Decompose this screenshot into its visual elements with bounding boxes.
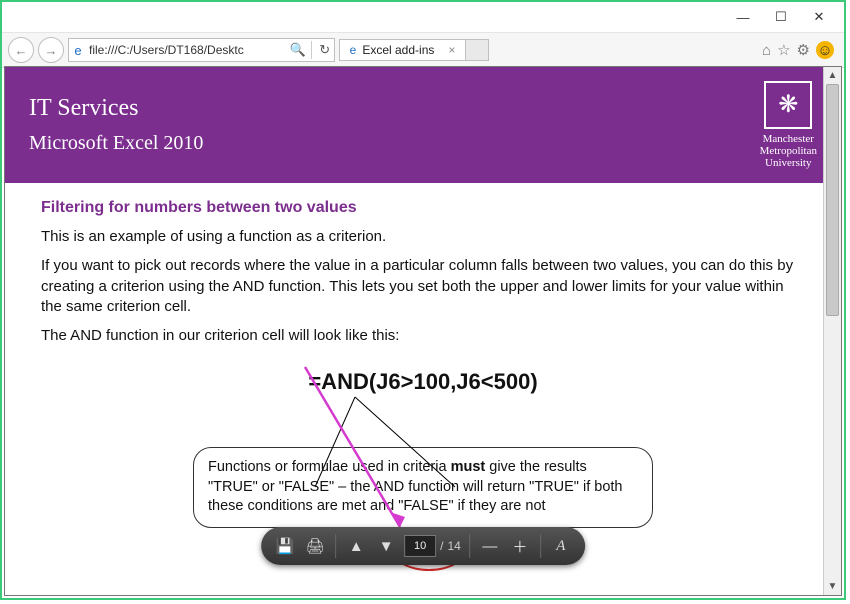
settings-gear-icon[interactable]: ⚙ xyxy=(797,41,810,59)
uni-name-2: Metropolitan xyxy=(760,145,817,157)
feedback-smiley-icon[interactable]: ☺ xyxy=(816,41,834,59)
zoom-out-icon[interactable]: — xyxy=(478,534,502,558)
favorites-icon[interactable]: ☆ xyxy=(777,41,790,59)
uni-name-3: University xyxy=(760,157,817,169)
banner-subtitle: Microsoft Excel 2010 xyxy=(29,132,203,155)
new-tab-button[interactable] xyxy=(466,39,489,61)
save-icon[interactable]: 💾 xyxy=(273,534,297,558)
paragraph-2: If you want to pick out records where th… xyxy=(41,256,805,318)
vertical-scrollbar[interactable]: ▲ ▼ xyxy=(823,67,841,595)
page-up-icon[interactable]: ▲ xyxy=(344,534,368,558)
note-must: must xyxy=(451,459,486,475)
toolbar-right: ⌂ ☆ ⚙ ☺ xyxy=(762,41,838,59)
tab-label: Excel add-ins xyxy=(362,43,434,57)
arrow-right-icon: → xyxy=(45,43,58,58)
address-bar[interactable]: e file:///C:/Users/DT168/Desktc 🔍 ↻ xyxy=(68,38,335,62)
back-button[interactable]: ← xyxy=(8,37,34,63)
note-text-before: Functions or formulae used in criteria xyxy=(208,459,451,475)
section-heading: Filtering for numbers between two values xyxy=(41,197,805,219)
home-icon[interactable]: ⌂ xyxy=(762,42,771,59)
browser-window: — ☐ ✕ ← → e file:///C:/Users/DT168/Deskt… xyxy=(0,0,846,600)
doc-banner: IT Services Microsoft Excel 2010 ❋ Manch… xyxy=(5,67,841,183)
pdf-viewer: IT Services Microsoft Excel 2010 ❋ Manch… xyxy=(4,66,842,596)
zoom-in-icon[interactable]: ＋ xyxy=(508,534,532,558)
paragraph-3: The AND function in our criterion cell w… xyxy=(41,326,805,347)
page-down-icon[interactable]: ▼ xyxy=(374,534,398,558)
tab-close-icon[interactable]: × xyxy=(448,43,455,57)
ie-page-icon: e xyxy=(350,43,357,57)
window-maximize-button[interactable]: ☐ xyxy=(762,5,800,29)
total-pages: 14 xyxy=(447,539,460,553)
reload-icon[interactable]: ↻ xyxy=(316,42,334,58)
window-titlebar: — ☐ ✕ xyxy=(2,2,844,33)
doc-body: Filtering for numbers between two values… xyxy=(5,183,841,542)
toolbar-divider xyxy=(335,534,336,558)
forward-button[interactable]: → xyxy=(38,37,64,63)
separator xyxy=(311,41,312,59)
window-close-button[interactable]: ✕ xyxy=(800,5,838,29)
note-box: Functions or formulae used in criteria m… xyxy=(193,447,653,528)
toolbar-divider xyxy=(540,534,541,558)
scroll-down-icon[interactable]: ▼ xyxy=(824,578,841,595)
university-logo-icon: ❋ xyxy=(764,81,812,129)
toolbar-divider xyxy=(469,534,470,558)
window-minimize-button[interactable]: — xyxy=(724,5,762,29)
page-sep: / xyxy=(440,539,443,553)
uni-name-1: Manchester xyxy=(760,133,817,145)
pdf-toolbar: 💾 🖨 ▲ ▼ / 14 — ＋ A xyxy=(261,527,585,565)
scroll-track[interactable] xyxy=(824,84,841,578)
browser-navbar: ← → e file:///C:/Users/DT168/Desktc 🔍 ↻ … xyxy=(2,33,844,68)
arrow-left-icon: ← xyxy=(15,43,28,58)
tab-excel-addins[interactable]: e Excel add-ins × xyxy=(339,39,467,61)
paragraph-1: This is an example of using a function a… xyxy=(41,227,805,248)
university-logo-block: ❋ Manchester Metropolitan University xyxy=(760,81,817,169)
scroll-up-icon[interactable]: ▲ xyxy=(824,67,841,84)
formula-text: =AND(J6>100,J6<500) xyxy=(41,367,805,397)
search-icon[interactable]: 🔍 xyxy=(289,42,307,58)
print-icon[interactable]: 🖨 xyxy=(303,534,327,558)
page-indicator: / 14 xyxy=(404,535,461,557)
scroll-thumb[interactable] xyxy=(826,84,839,316)
ie-icon: e xyxy=(69,43,87,58)
adobe-icon[interactable]: A xyxy=(549,534,573,558)
current-page-input[interactable] xyxy=(404,535,436,557)
tab-strip: e Excel add-ins × xyxy=(339,39,490,61)
banner-title: IT Services xyxy=(29,95,203,122)
url-text: file:///C:/Users/DT168/Desktc xyxy=(87,43,289,57)
